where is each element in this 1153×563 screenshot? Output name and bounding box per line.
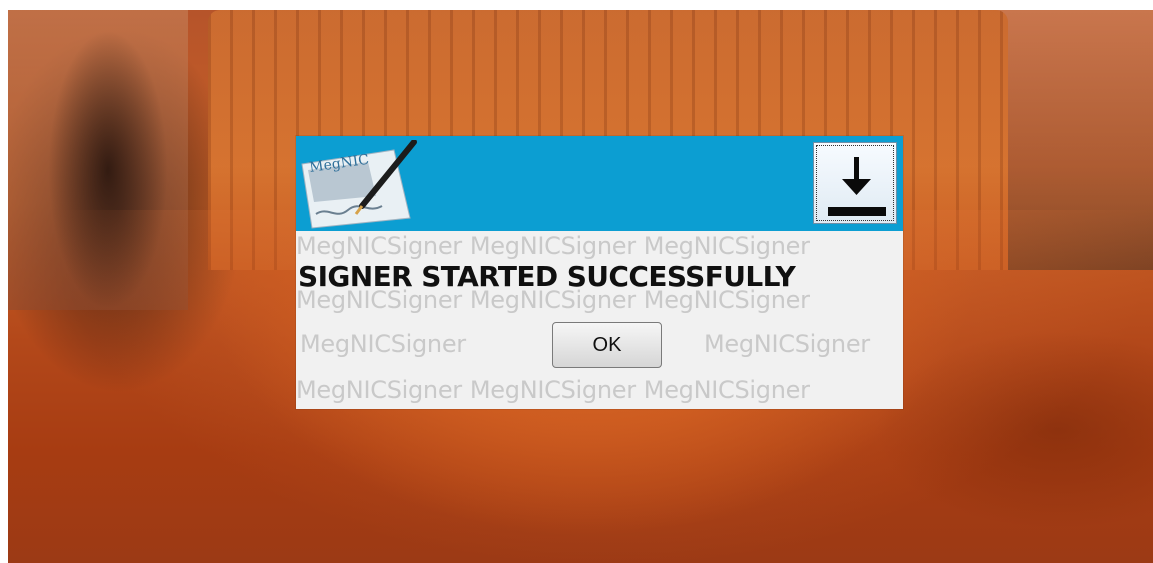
screen: MegNIC MegNICSigner MegNICSigner MegNICSig… (0, 0, 1153, 563)
watermark-row: MegNICSigner MegNICSigner MegNICSigner (296, 232, 903, 260)
watermark-row: MegNICSigner MegNICSigner MegNICSigner (296, 376, 903, 404)
watermark-text: MegNICSigner (643, 232, 810, 260)
watermark-text: MegNICSigner (704, 330, 870, 358)
watermark-text: MegNICSigner (469, 232, 636, 260)
watermark-text: MegNICSigner (296, 232, 462, 260)
signer-dialog: MegNIC MegNICSigner MegNICSigner MegNICSig… (296, 136, 903, 409)
watermark-text: MegNICSigner (469, 376, 636, 404)
status-message: SIGNER STARTED SUCCESSFULLY (298, 260, 796, 293)
megnic-logo-icon: MegNIC (298, 139, 418, 230)
dialog-header: MegNIC (296, 136, 903, 231)
download-button[interactable] (813, 142, 897, 224)
watermark-text: MegNICSigner (296, 376, 462, 404)
ok-button[interactable]: OK (552, 322, 662, 368)
download-arrow-icon (828, 157, 886, 216)
watermark-text: MegNICSigner (300, 330, 466, 358)
watermark-text: MegNICSigner (643, 376, 810, 404)
